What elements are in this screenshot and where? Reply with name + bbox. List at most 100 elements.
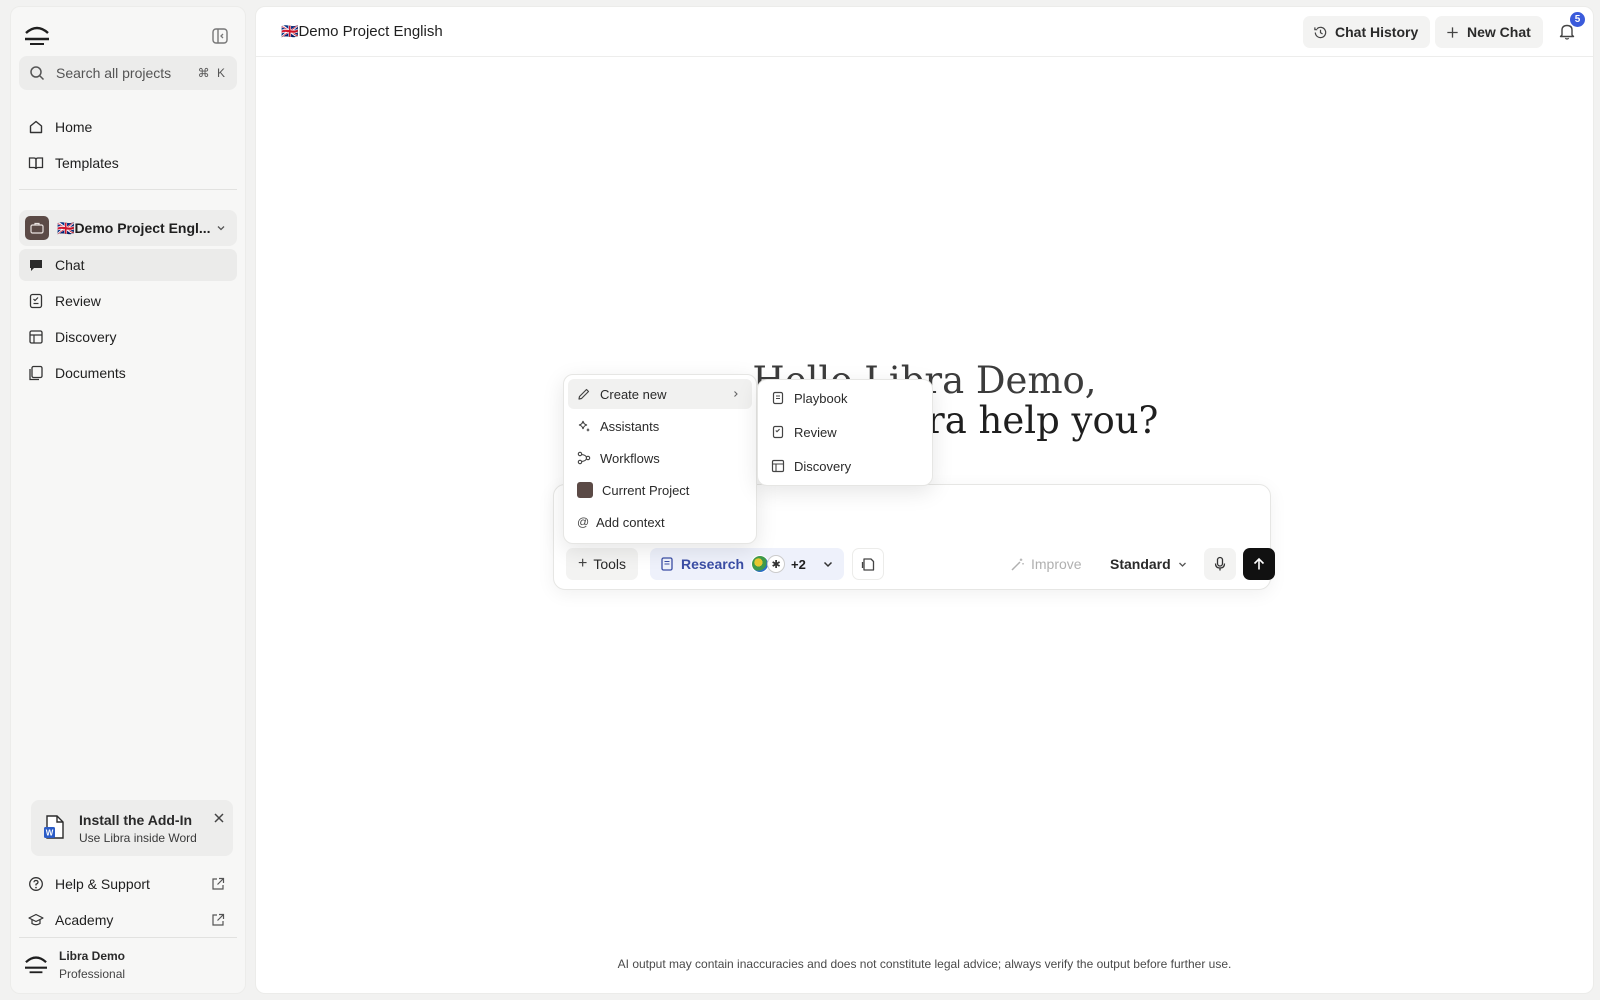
install-addin-card[interactable]: W Install the Add-In Use Libra inside Wo… bbox=[31, 800, 233, 856]
tools-label: Tools bbox=[593, 556, 627, 572]
menu-item-current-project[interactable]: Current Project bbox=[568, 475, 752, 505]
briefcase-icon bbox=[30, 222, 44, 234]
sidebar-item-chat[interactable]: Chat bbox=[19, 249, 237, 281]
external-link-icon bbox=[212, 913, 225, 926]
chevron-down-icon bbox=[217, 226, 225, 231]
sidebar-item-label: Home bbox=[55, 119, 93, 135]
book-icon bbox=[661, 557, 673, 571]
sidebar-item-label: Help & Support bbox=[55, 876, 150, 892]
submenu-item-review[interactable]: Review bbox=[762, 417, 928, 447]
help-icon bbox=[29, 877, 43, 891]
menu-item-assistants[interactable]: Assistants bbox=[568, 411, 752, 441]
close-icon[interactable] bbox=[213, 812, 225, 824]
sparkles-icon bbox=[578, 420, 590, 432]
sidebar-item-label: Templates bbox=[55, 155, 119, 171]
user-name: Libra Demo bbox=[59, 949, 126, 963]
plus-icon bbox=[1447, 26, 1458, 38]
pencil-icon bbox=[578, 388, 590, 400]
project-name-text: Demo Project Engl... bbox=[74, 219, 211, 236]
sidebar-item-review[interactable]: Review bbox=[19, 285, 237, 317]
plus-icon: + bbox=[578, 555, 588, 572]
sidebar-header bbox=[23, 21, 233, 55]
sidebar-item-help-support[interactable]: Help & Support bbox=[19, 868, 237, 900]
history-icon bbox=[1314, 26, 1327, 38]
book-icon bbox=[28, 157, 44, 170]
avatar bbox=[25, 956, 47, 974]
menu-item-add-context[interactable]: @ Add context bbox=[568, 507, 752, 537]
tools-button[interactable]: + Tools bbox=[566, 548, 639, 580]
project-flag: 🇬🇧 bbox=[57, 219, 75, 236]
create-new-submenu: Playbook Review Discovery bbox=[757, 379, 933, 486]
microphone-icon bbox=[1214, 556, 1226, 571]
user-profile[interactable]: Libra Demo Professional bbox=[23, 945, 233, 989]
chevron-down-icon[interactable] bbox=[822, 558, 834, 570]
libra-logo-icon[interactable] bbox=[23, 23, 51, 47]
user-plan: Professional bbox=[59, 967, 126, 981]
external-link-icon bbox=[212, 877, 225, 890]
new-chat-button[interactable]: New Chat bbox=[1435, 16, 1543, 48]
top-bar: 🇬🇧Demo Project English Chat History New … bbox=[256, 7, 1593, 57]
playbook-icon bbox=[772, 391, 784, 405]
sidebar-item-label: Discovery bbox=[55, 329, 117, 345]
research-label: Research bbox=[681, 556, 745, 572]
mode-dropdown[interactable]: Standard bbox=[1100, 548, 1197, 580]
project-avatar bbox=[25, 216, 49, 240]
collapse-sidebar-icon[interactable] bbox=[211, 27, 229, 45]
search-icon bbox=[30, 66, 45, 81]
sidebar-divider bbox=[19, 189, 237, 190]
eagle-icon: ✱ bbox=[767, 555, 786, 573]
project-name: 🇬🇧Demo Project Engl... bbox=[57, 220, 215, 237]
chat-history-button[interactable]: Chat History bbox=[1303, 16, 1431, 48]
graduation-cap-icon bbox=[28, 913, 44, 926]
sidebar-item-label: Review bbox=[55, 293, 101, 309]
sources-more-count: +2 bbox=[791, 556, 806, 572]
notification-badge: 5 bbox=[1570, 12, 1585, 27]
project-icon bbox=[577, 482, 593, 498]
sidebar-item-templates[interactable]: Templates bbox=[19, 147, 237, 179]
sidebar: Search all projects ⌘ K Home Templates 🇬… bbox=[10, 6, 246, 994]
submenu-item-playbook[interactable]: Playbook bbox=[762, 383, 928, 413]
sidebar-item-discovery[interactable]: Discovery bbox=[19, 321, 237, 353]
sidebar-item-home[interactable]: Home bbox=[19, 111, 237, 143]
mode-label: Standard bbox=[1110, 556, 1171, 572]
home-icon bbox=[29, 120, 43, 134]
arrow-up-icon bbox=[1253, 557, 1265, 570]
menu-item-label: Assistants bbox=[600, 418, 660, 434]
main-panel: 🇬🇧Demo Project English Chat History New … bbox=[255, 6, 1594, 994]
search-input[interactable]: Search all projects ⌘ K bbox=[19, 56, 237, 90]
sidebar-item-label: Documents bbox=[55, 365, 126, 381]
menu-item-label: Current Project bbox=[602, 482, 690, 498]
chat-history-label: Chat History bbox=[1335, 24, 1419, 40]
microphone-button[interactable] bbox=[1204, 548, 1236, 580]
sidebar-item-documents[interactable]: Documents bbox=[19, 357, 237, 389]
sidebar-item-label: Academy bbox=[55, 912, 114, 928]
source-badges: ✱ +2 bbox=[751, 555, 806, 573]
addin-title: Install the Add-In bbox=[79, 812, 193, 828]
chat-icon bbox=[30, 260, 42, 271]
project-selector[interactable]: 🇬🇧Demo Project Engl... bbox=[19, 210, 237, 246]
sidebar-item-academy[interactable]: Academy bbox=[19, 904, 237, 936]
menu-item-create-new[interactable]: Create new bbox=[568, 379, 752, 409]
improve-button[interactable]: Improve bbox=[1000, 548, 1092, 580]
submenu-item-label: Review bbox=[794, 424, 837, 440]
menu-item-label: Create new bbox=[600, 386, 667, 402]
table-icon bbox=[29, 330, 43, 344]
documents-icon bbox=[29, 365, 43, 381]
project-title: Demo Project English bbox=[298, 23, 443, 40]
research-button[interactable]: Research ✱ +2 bbox=[650, 548, 844, 580]
submenu-item-discovery[interactable]: Discovery bbox=[762, 451, 928, 481]
attach-document-button[interactable] bbox=[852, 548, 884, 580]
page-title: 🇬🇧Demo Project English bbox=[281, 23, 443, 40]
addin-subtitle: Use Libra inside Word bbox=[79, 831, 197, 845]
magic-wand-icon bbox=[1011, 558, 1024, 571]
send-button[interactable] bbox=[1243, 548, 1275, 580]
document-icon bbox=[861, 557, 874, 571]
word-icon: W bbox=[44, 815, 64, 839]
search-shortcut: ⌘ K bbox=[197, 66, 227, 80]
search-placeholder: Search all projects bbox=[56, 65, 172, 81]
submenu-item-label: Playbook bbox=[794, 390, 848, 406]
workflow-icon bbox=[577, 451, 591, 465]
menu-item-workflows[interactable]: Workflows bbox=[568, 443, 752, 473]
submenu-item-label: Discovery bbox=[794, 458, 852, 474]
sidebar-item-label: Chat bbox=[55, 257, 85, 273]
